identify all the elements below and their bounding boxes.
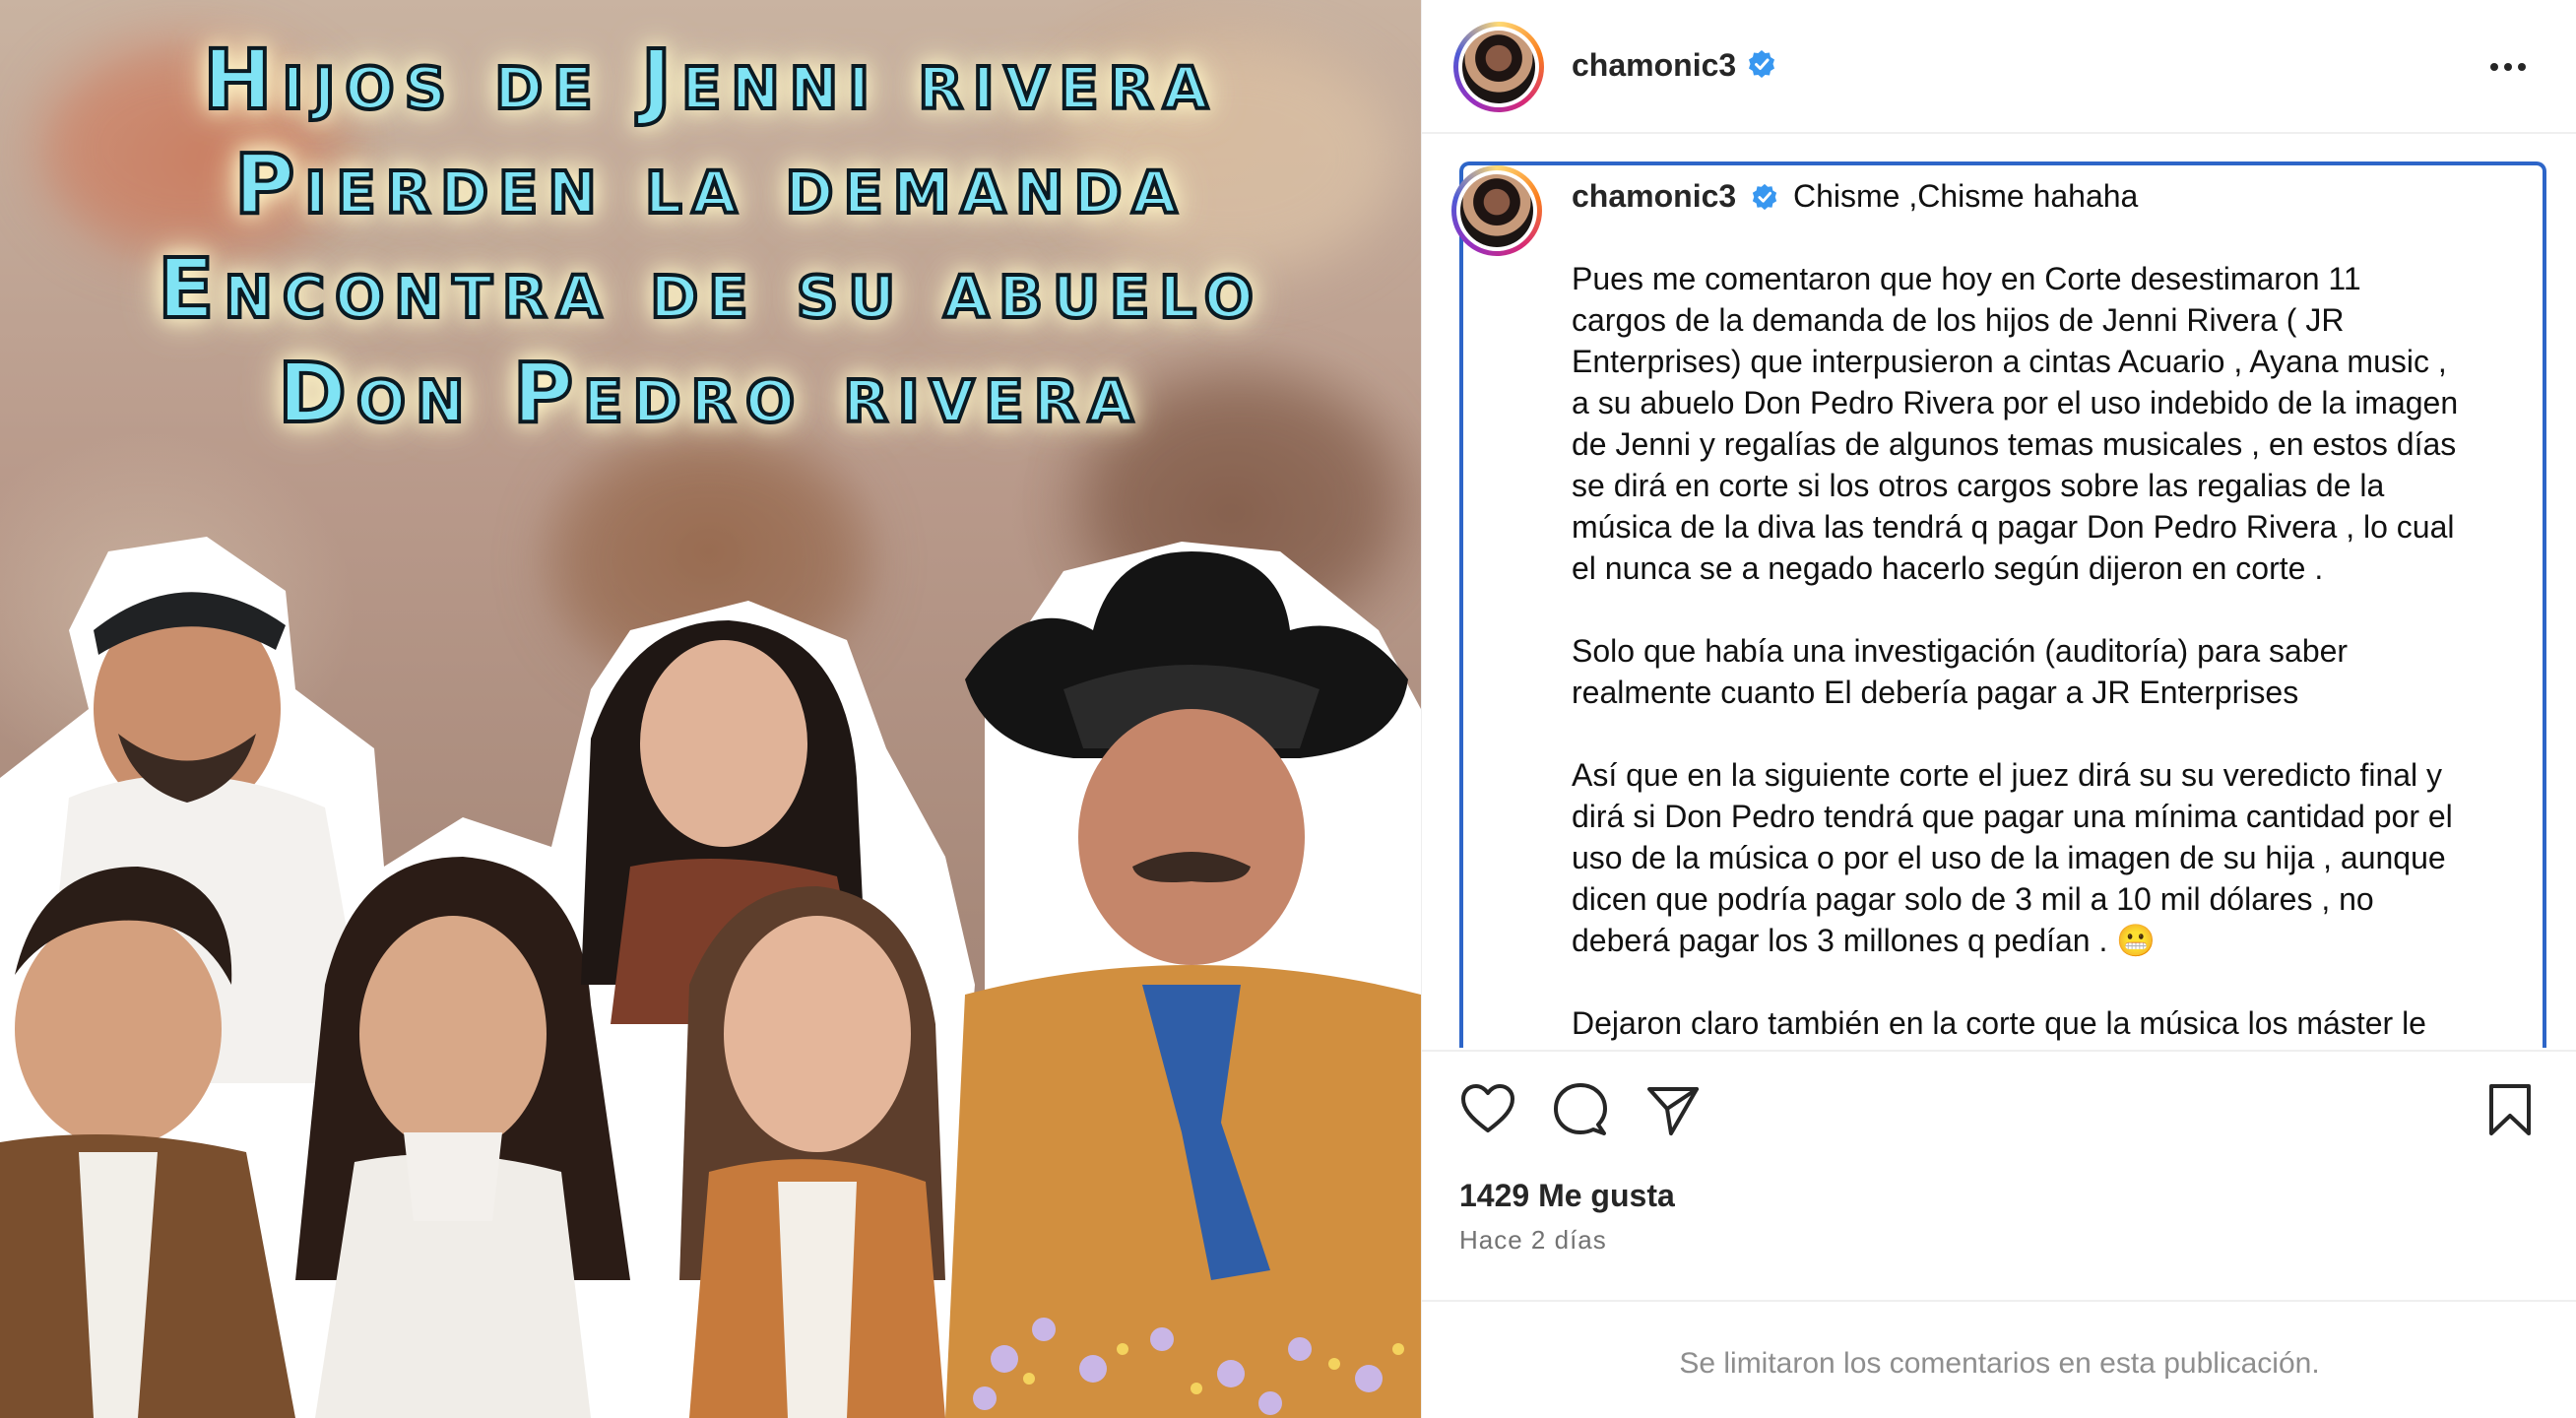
caption-username[interactable]: chamonic3 — [1572, 178, 1736, 214]
caption-avatar[interactable] — [1451, 165, 1542, 256]
headline-overlay: Hijos de Jenni rivera Pierden la demanda… — [0, 28, 1421, 445]
comments-limited-notice: Se limitaron los comentarios en esta pub… — [1679, 1347, 2320, 1380]
caption-title-line: chamonic3 Chisme ,Chisme hahaha — [1572, 175, 2537, 217]
more-horizontal-icon[interactable] — [2485, 49, 2531, 85]
divider — [1422, 1300, 2576, 1302]
post-timestamp[interactable]: Hace 2 días — [1459, 1225, 1607, 1256]
heart-icon[interactable] — [1459, 1081, 1516, 1138]
caption-line: uso de la música o por el uso de la imag… — [1572, 840, 2446, 875]
post-image[interactable]: Hijos de Jenni rivera Pierden la demanda… — [0, 0, 1421, 1418]
caption-line: realmente cuanto El debería pagar a JR E… — [1572, 675, 2299, 710]
avatar-frame — [1458, 27, 1539, 107]
headline-line: Encontra de su abuelo — [156, 238, 1263, 339]
headline-line: Pierden la demanda — [232, 134, 1188, 234]
caption-line: a su abuelo Don Pedro Rivera por el uso … — [1572, 385, 2459, 420]
caption-line: dirá si Don Pedro tendrá que pagar una m… — [1572, 799, 2453, 834]
comment-icon[interactable] — [1552, 1081, 1609, 1138]
caption-line: Enterprises) que interpusieron a cintas … — [1572, 344, 2447, 379]
caption-line: Pues me comentaron que hoy en Corte dese… — [1572, 261, 2361, 296]
headline-line: Hijos de Jenni rivera — [201, 30, 1218, 130]
divider — [1422, 1050, 2576, 1052]
caption-line: música de la diva las tendrá q pagar Don… — [1572, 509, 2455, 545]
caption-line: deberá pagar los 3 millones q pedían . 😬 — [1572, 923, 2157, 958]
caption-line: Solo que había una investigación (audito… — [1572, 633, 2349, 669]
like-count[interactable]: 1429 Me gusta — [1459, 1178, 1675, 1214]
avatar — [1462, 31, 1535, 103]
author-avatar[interactable] — [1453, 22, 1544, 112]
post-caption: chamonic3 Chisme ,Chisme hahaha Pues me … — [1572, 175, 2537, 1044]
avatar-frame — [1456, 170, 1537, 251]
post-panel: chamonic3 chamonic3 Chisme ,Chisme hahah… — [1421, 0, 2576, 1418]
send-icon[interactable] — [1644, 1081, 1702, 1138]
caption-title: Chisme ,Chisme hahaha — [1792, 178, 2139, 214]
caption-line: de Jenni y regalías de algunos temas mus… — [1572, 426, 2457, 462]
bookmark-icon[interactable] — [2481, 1081, 2539, 1138]
caption-line: Dejaron claro también en la corte que la… — [1572, 1005, 2426, 1041]
caption-line: dicen que podría pagar solo de 3 mil a 1… — [1572, 881, 2374, 917]
verified-badge-icon — [1752, 183, 1777, 211]
avatar — [1460, 174, 1533, 247]
caption-line: cargos de la demanda de los hijos de Jen… — [1572, 302, 2345, 338]
caption-line: Así que en la siguiente corte el juez di… — [1572, 757, 2443, 793]
post-header: chamonic3 — [1422, 0, 2576, 134]
caption-line: se dirá en corte si los otros cargos sob… — [1572, 468, 2385, 503]
caption-line: el nunca se a negado hacerlo según dijer… — [1572, 550, 2324, 586]
headline-line: Don Pedro rivera — [276, 343, 1143, 443]
verified-badge-icon — [1749, 50, 1774, 78]
author-username[interactable]: chamonic3 — [1572, 47, 1736, 84]
